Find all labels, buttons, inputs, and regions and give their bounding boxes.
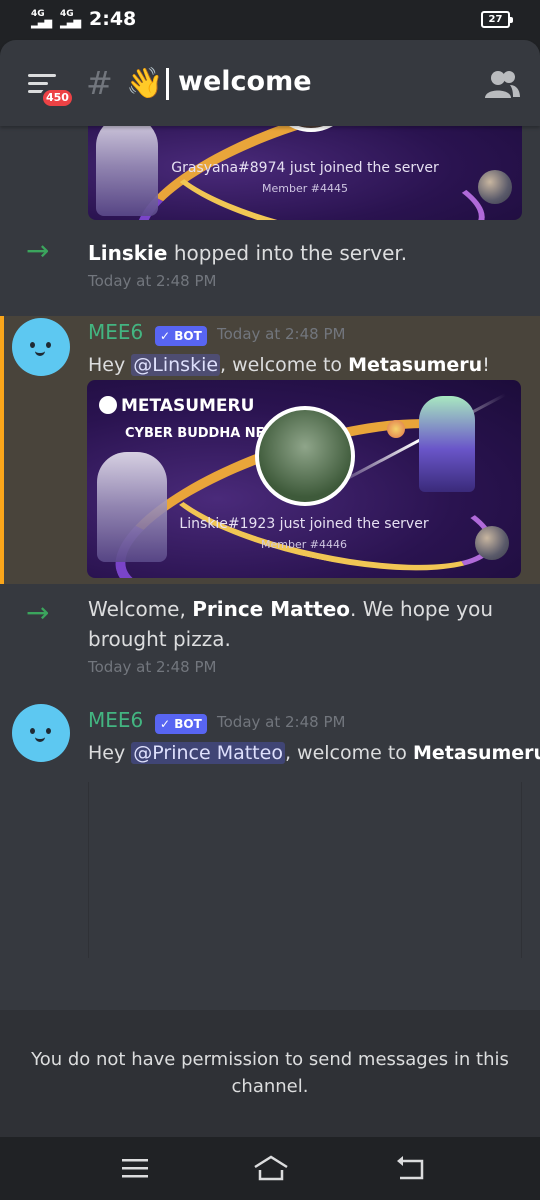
message-author[interactable]: MEE6 <box>88 708 143 732</box>
join-arrow-icon: → <box>26 596 50 629</box>
brand-title: METASUMERU <box>99 396 254 416</box>
system-join-message: → Linskie hopped into the server. Today … <box>0 230 540 300</box>
brand-logo-icon <box>99 396 117 414</box>
hash-icon: # <box>86 64 113 102</box>
member-avatar <box>255 406 355 506</box>
member-number: Member #4446 <box>261 538 347 551</box>
join-arrow-icon: → <box>26 234 50 267</box>
bot-message: MEE6 ✓ BOT Today at 2:48 PM Hey @Linskie… <box>0 316 540 584</box>
joined-username[interactable]: Linskie <box>88 241 167 265</box>
status-bar: 4G ▂▄▆ 4G ▂▄▆ 2:48 27 <box>0 0 540 40</box>
server-name: Metasumeru <box>412 742 540 764</box>
welcome-card-image[interactable]: METASUMERU CYBER BUDDHA NFT Linskie#1923… <box>87 380 521 578</box>
member-number: Member #4445 <box>262 182 348 195</box>
joined-username[interactable]: Prince Matteo <box>192 597 350 621</box>
permission-text: You do not have permission to send messa… <box>31 1049 509 1097</box>
system-join-message: → Welcome, Prince Matteo. We hope you br… <box>26 596 494 676</box>
user-mention[interactable]: @Linskie <box>131 354 221 376</box>
channel-header: 450 # 👋 welcome <box>0 40 540 126</box>
permission-notice: You do not have permission to send messa… <box>0 1010 540 1137</box>
waving-hand-emoji: 👋 <box>126 66 164 101</box>
system-text: hopped into the server. <box>167 241 408 265</box>
mee6-avatar[interactable] <box>12 704 70 762</box>
message-body: Hey @Linskie, welcome to Metasumeru! <box>88 354 490 376</box>
sim2-signal-icon: 4G ▂▄▆ <box>60 9 81 29</box>
message-timestamp: Today at 2:48 PM <box>88 272 217 290</box>
sim1-signal-icon: 4G ▂▄▆ <box>31 9 52 29</box>
welcome-card-image[interactable]: Grasyana#8974 just joined the server Mem… <box>88 126 522 220</box>
character-artwork <box>419 396 475 492</box>
unread-badge: 450 <box>40 87 75 109</box>
channel-name[interactable]: welcome <box>178 66 312 97</box>
status-time: 2:48 <box>89 8 137 30</box>
bot-badge: ✓ BOT <box>155 714 207 734</box>
mee6-avatar[interactable] <box>12 318 70 376</box>
user-mention[interactable]: @Prince Matteo <box>131 742 285 764</box>
back-icon[interactable] <box>394 1153 428 1183</box>
chat-messages[interactable]: Grasyana#8974 just joined the server Mem… <box>0 126 540 1010</box>
recent-apps-icon[interactable] <box>118 1153 152 1183</box>
joined-text: Linskie#1923 just joined the server <box>179 516 429 532</box>
home-icon[interactable] <box>252 1153 290 1183</box>
message-timestamp: Today at 2:48 PM <box>217 325 346 343</box>
message-timestamp: Today at 2:48 PM <box>217 713 346 731</box>
message-timestamp: Today at 2:48 PM <box>88 658 217 676</box>
loading-embed-placeholder <box>88 782 522 958</box>
bot-badge: ✓ BOT <box>155 326 207 346</box>
members-icon[interactable] <box>484 69 520 99</box>
battery-icon: 27 <box>481 11 513 28</box>
channel-divider <box>166 68 169 100</box>
message-author[interactable]: MEE6 <box>88 320 143 344</box>
system-nav-bar <box>0 1137 540 1200</box>
brand-subtitle: CYBER BUDDHA NFT <box>125 426 274 441</box>
message-body: Hey @Prince Matteo, welcome to Metasumer… <box>88 742 540 764</box>
server-name: Metasumeru <box>348 354 483 376</box>
joined-text: Grasyana#8974 just joined the server <box>171 160 439 176</box>
